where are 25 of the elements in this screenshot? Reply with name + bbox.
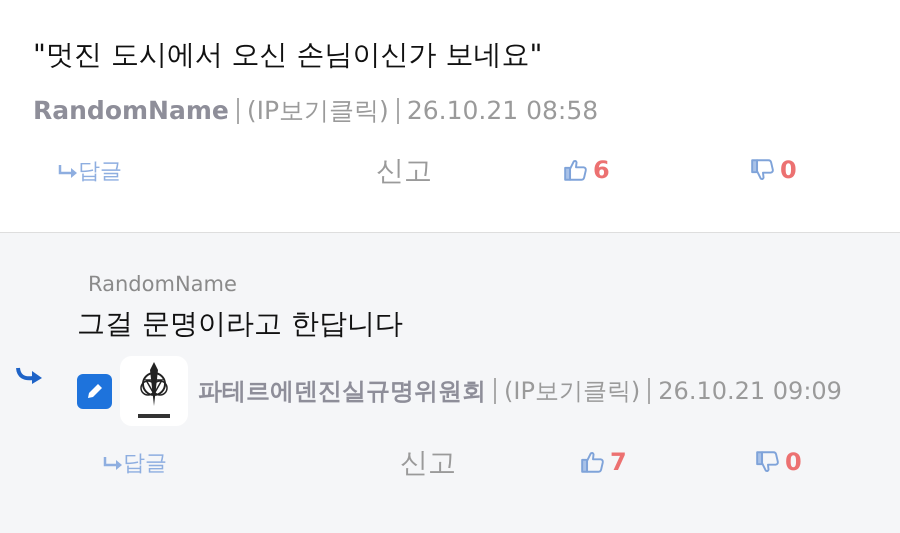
like-button[interactable]: 7: [580, 444, 627, 480]
report-link[interactable]: 신고: [376, 154, 432, 187]
thumbs-down-icon: [750, 157, 776, 183]
reply-arrow-icon: [15, 366, 43, 386]
timestamp: 26.10.21 08:58: [406, 95, 598, 127]
comment-text: "멋진 도시에서 오신 손님이신가 보네요": [32, 37, 544, 73]
reply-text: 그걸 문명이라고 한답니다: [76, 306, 404, 342]
reply-link[interactable]: 답글: [58, 154, 122, 188]
quoted-author: RandomName: [87, 271, 238, 297]
author-name[interactable]: RandomName: [33, 94, 229, 128]
like-button[interactable]: 6: [563, 152, 610, 188]
report-link[interactable]: 신고: [400, 446, 456, 479]
dislike-button[interactable]: 0: [755, 444, 802, 480]
ip-link[interactable]: (IP보기클릭): [246, 94, 389, 128]
ip-link[interactable]: (IP보기클릭): [504, 375, 640, 407]
reply-arrow-icon: [103, 456, 123, 470]
reply-link[interactable]: 답글: [103, 446, 167, 480]
dislike-button[interactable]: 0: [750, 152, 797, 188]
thumbs-up-icon: [580, 449, 606, 475]
thumbs-down-icon: [755, 449, 781, 475]
author-name[interactable]: 파테르에덴진실규명위원회: [198, 375, 486, 407]
reply-arrow-icon: [58, 164, 78, 178]
thumbs-up-icon: [563, 157, 589, 183]
edit-icon: [77, 374, 112, 408]
timestamp: 26.10.21 09:09: [658, 376, 842, 407]
